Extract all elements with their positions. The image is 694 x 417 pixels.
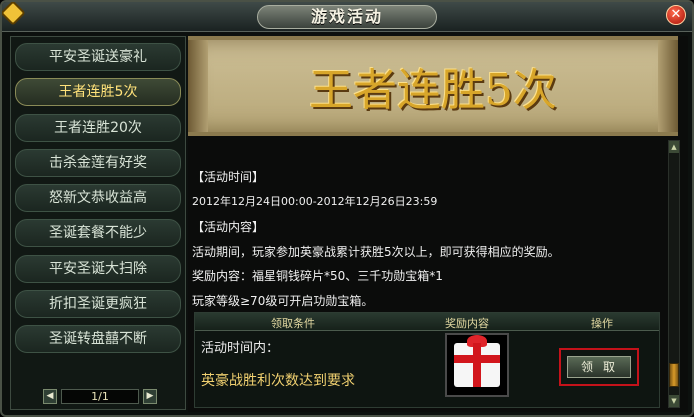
sidebar-pager: ◀ 1/1 ▶ (43, 389, 157, 405)
sidebar-item-wencong[interactable]: 怒新文恭收益高 (15, 184, 181, 212)
activity-banner: 王者连胜5次 (188, 36, 678, 136)
claim-button[interactable]: 领取 (567, 356, 631, 378)
reward-text: 奖励内容：福星铜钱碎片*50、三千功勋宝箱*1 (192, 269, 443, 283)
time-header: 【活动时间】 (192, 170, 265, 184)
header-action: 操作 (591, 317, 613, 330)
sidebar-item-win-20[interactable]: 王者连胜20次 (15, 114, 181, 142)
sidebar-item-discount[interactable]: 折扣圣诞更疯狂 (15, 290, 181, 318)
activity-window: 游戏活动 ✕ 平安圣诞送豪礼 王者连胜5次 王者连胜20次 击杀金莲有好奖 怒新… (0, 0, 694, 417)
sidebar-item-win-5[interactable]: 王者连胜5次 (15, 78, 181, 106)
activity-detail-panel: 王者连胜5次 ▲ ▼ 【活动时间】 2012年12月24日00:00-2012年… (188, 36, 688, 412)
time-range: 2012年12月24日00:00-2012年12月26日23:59 (192, 195, 438, 208)
reward-table: 领取条件 奖励内容 操作 活动时间内： 英豪战胜利次数达到要求 领取 (194, 312, 660, 408)
sidebar-item-wheel[interactable]: 圣诞转盘囍不断 (15, 325, 181, 353)
activity-sidebar: 平安圣诞送豪礼 王者连胜5次 王者连胜20次 击杀金莲有好奖 怒新文恭收益高 圣… (10, 36, 186, 410)
reward-table-header: 领取条件 奖励内容 操作 (195, 313, 659, 331)
claim-highlight: 领取 (559, 348, 639, 386)
sidebar-item-christmas-package[interactable]: 圣诞套餐不能少 (15, 219, 181, 247)
scroll-roll-right (658, 40, 678, 132)
sidebar-item-christmas-gift[interactable]: 平安圣诞送豪礼 (15, 43, 181, 71)
header-condition: 领取条件 (271, 317, 315, 330)
prev-page-button[interactable]: ◀ (43, 389, 57, 404)
condition-line-1: 活动时间内： (201, 341, 280, 356)
window-title: 游戏活动 (257, 5, 437, 29)
gift-box-graphic (454, 335, 500, 387)
header-reward: 奖励内容 (445, 317, 489, 330)
next-page-button[interactable]: ▶ (143, 389, 157, 404)
gift-box-icon[interactable] (445, 333, 509, 397)
title-bar[interactable]: 游戏活动 ✕ (2, 2, 692, 32)
gem-icon (2, 2, 26, 26)
level-requirement: 玩家等级≥70级可开启功勋宝箱。 (192, 294, 374, 308)
page-indicator: 1/1 (61, 389, 139, 404)
banner-title: 王者连胜5次 (309, 65, 557, 116)
scroll-down-icon[interactable]: ▼ (669, 395, 679, 407)
gift-ribbon-horizontal (454, 355, 500, 363)
condition-line-2: 英豪战胜利次数达到要求 (201, 373, 355, 389)
scroll-roll-left (188, 40, 208, 132)
detail-scrollbar[interactable]: ▲ ▼ (668, 140, 680, 408)
sidebar-item-cleanup[interactable]: 平安圣诞大扫除 (15, 255, 181, 283)
content-header: 【活动内容】 (192, 220, 265, 234)
close-icon[interactable]: ✕ (666, 5, 686, 25)
sidebar-item-kill-jinlian[interactable]: 击杀金莲有好奖 (15, 149, 181, 177)
scroll-thumb[interactable] (669, 363, 679, 387)
gift-ribbon-vertical (473, 343, 481, 387)
activity-description: 活动期间，玩家参加英豪战累计获胜5次以上，即可获得相应的奖励。 (192, 245, 560, 259)
scroll-up-icon[interactable]: ▲ (669, 141, 679, 153)
